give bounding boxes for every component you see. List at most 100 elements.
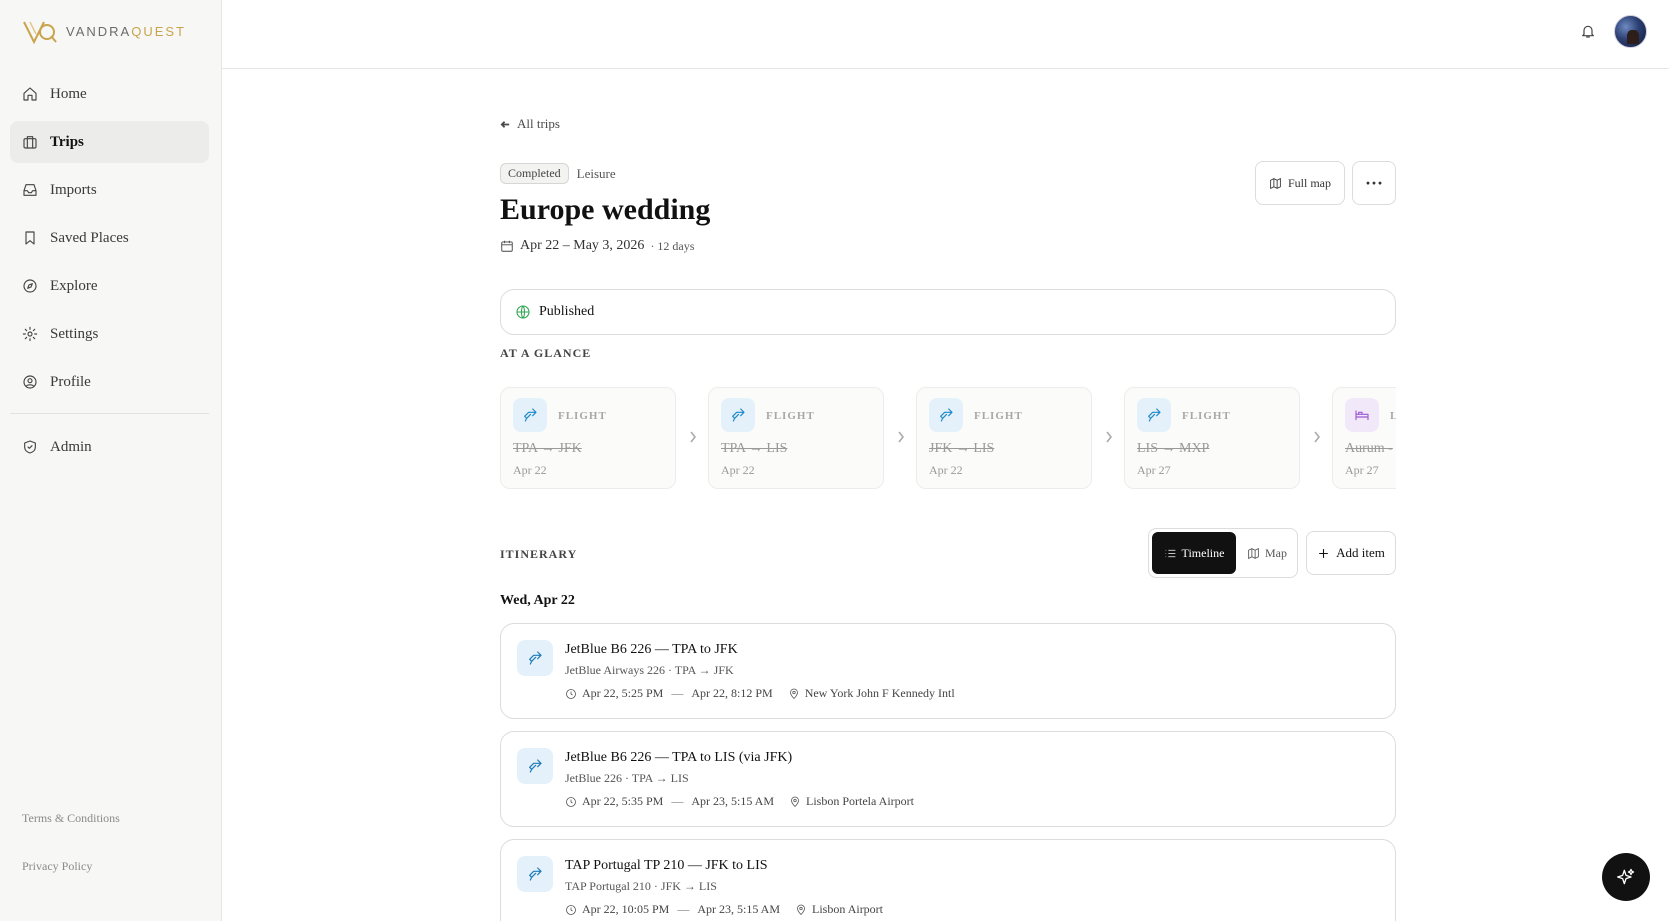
glance-card[interactable]: L Aurum - Apr 27 [1332, 387, 1396, 489]
glance-card[interactable]: FLIGHT TPA → LIS Apr 22 [708, 387, 884, 489]
suitcase-icon [23, 136, 37, 149]
gear-icon [22, 326, 38, 342]
glance-type: FLIGHT [1182, 410, 1231, 422]
sidebar-item-admin[interactable]: Admin [10, 426, 209, 468]
map-view-button[interactable]: Map [1242, 532, 1292, 574]
sidebar-item-label: Profile [50, 373, 91, 390]
status-badge: Completed [500, 163, 569, 184]
glance-card[interactable]: FLIGHT JFK → LIS Apr 22 [916, 387, 1092, 489]
sidebar-item-explore[interactable]: Explore [10, 265, 209, 307]
clock-icon [566, 904, 576, 915]
sidebar-item-label: Saved Places [50, 229, 129, 246]
item-title: JetBlue B6 226 — TPA to LIS (via JFK) [565, 750, 793, 765]
glance-date: Apr 22 [721, 463, 755, 477]
item-meta: Apr 22, 5:35 PM — Apr 23, 5:15 AM Lisbon… [565, 794, 914, 809]
clock-icon [566, 796, 576, 807]
back-label: All trips [517, 116, 560, 131]
chevron-right-icon [897, 430, 907, 444]
glance-route: TPA → LIS [721, 441, 788, 456]
time-separator: — [671, 686, 684, 700]
at-a-glance-strip: FLIGHT TPA → JFK Apr 22 FLIGHT TPA → LIS… [500, 387, 1396, 490]
trip-duration: · 12 days [650, 238, 695, 253]
timeline-view-button[interactable]: Timeline [1152, 532, 1236, 574]
item-subtitle: JetBlue Airways 226 · TPA → JFK [565, 663, 734, 677]
item-meta: Apr 22, 10:05 PM — Apr 23, 5:15 AM Lisbo… [565, 902, 883, 917]
item-start: Apr 22, 5:35 PM [582, 794, 664, 808]
item-start: Apr 22, 10:05 PM [582, 902, 670, 916]
globe-icon [516, 305, 530, 319]
plane-icon [517, 856, 553, 892]
more-options-button[interactable]: ··· [1352, 161, 1396, 205]
sidebar-item-settings[interactable]: Settings [10, 313, 209, 355]
add-item-label: Add item [1336, 545, 1385, 560]
trip-dates: Apr 22 – May 3, 2026 · 12 days [500, 238, 694, 254]
bookmark-icon [25, 231, 35, 245]
timeline-label: Timeline [1181, 545, 1225, 560]
sidebar-nav: Home Trips Imports Saved Places Explore … [10, 73, 209, 474]
plane-icon [517, 748, 553, 784]
chevron-right-icon [689, 430, 699, 444]
glance-date: Apr 27 [1345, 463, 1379, 477]
full-map-label: Full map [1287, 175, 1331, 190]
location-pin-icon [797, 904, 805, 915]
glance-card[interactable]: FLIGHT TPA → JFK Apr 22 [500, 387, 676, 489]
user-avatar[interactable] [1614, 15, 1647, 48]
plane-icon [517, 640, 553, 676]
sidebar-item-label: Settings [50, 325, 99, 342]
sidebar-item-profile[interactable]: Profile [10, 361, 209, 403]
sidebar-item-home[interactable]: Home [10, 73, 209, 115]
shield-check-icon [24, 440, 36, 454]
chevron-right-icon [1105, 430, 1115, 444]
map-icon [1248, 547, 1259, 559]
sidebar-item-label: Trips [50, 133, 84, 150]
compass-icon [23, 279, 37, 293]
published-status[interactable]: Published [500, 289, 1396, 335]
sidebar-item-trips[interactable]: Trips [10, 121, 209, 163]
item-end: Apr 23, 5:15 AM [691, 794, 775, 808]
sidebar-item-imports[interactable]: Imports [10, 169, 209, 211]
terms-link[interactable]: Terms & Conditions [22, 811, 120, 826]
plane-icon [1137, 398, 1171, 432]
privacy-link[interactable]: Privacy Policy [22, 859, 92, 874]
inbox-icon [23, 184, 37, 196]
glance-type: L [1390, 410, 1396, 422]
plane-icon [513, 398, 547, 432]
sidebar-item-label: Admin [50, 438, 92, 455]
bed-icon [1345, 398, 1379, 432]
item-title: JetBlue B6 226 — TPA to JFK [565, 642, 738, 657]
bell-icon[interactable] [1580, 23, 1596, 39]
brand-logo[interactable]: VANDRAQUEST [22, 16, 186, 46]
add-item-button[interactable]: Add item [1306, 531, 1396, 575]
itinerary-item[interactable]: TAP Portugal TP 210 — JFK to LIS TAP Por… [500, 839, 1396, 921]
plus-icon [1319, 548, 1328, 558]
ai-assistant-button[interactable] [1602, 853, 1650, 901]
clock-icon [566, 688, 576, 699]
item-meta: Apr 22, 5:25 PM — Apr 22, 8:12 PM New Yo… [565, 686, 955, 701]
location-pin-icon [791, 796, 799, 807]
itinerary-item[interactable]: JetBlue B6 226 — TPA to JFK JetBlue Airw… [500, 623, 1396, 719]
time-separator: — [671, 794, 684, 808]
item-end: Apr 23, 5:15 AM [697, 902, 781, 916]
sidebar-item-label: Imports [50, 181, 97, 198]
sidebar-item-saved-places[interactable]: Saved Places [10, 217, 209, 259]
chevron-right-icon [1313, 430, 1323, 444]
item-location: New York John F Kennedy Intl [788, 686, 955, 701]
glance-route: TPA → JFK [513, 441, 582, 456]
location-pin-icon [789, 688, 798, 699]
glance-card[interactable]: FLIGHT LIS → MXP Apr 27 [1124, 387, 1300, 489]
calendar-icon [501, 240, 513, 252]
glance-type: FLIGHT [766, 410, 815, 422]
logo-text: VANDRAQUEST [66, 23, 187, 39]
list-icon [1165, 549, 1175, 557]
full-map-button[interactable]: Full map [1255, 161, 1345, 205]
itinerary-item[interactable]: JetBlue B6 226 — TPA to LIS (via JFK) Je… [500, 731, 1396, 827]
sidebar-item-label: Home [50, 85, 87, 102]
time-separator: — [677, 902, 690, 916]
item-location-label: Lisbon Portela Airport [806, 794, 915, 808]
map-icon [1270, 177, 1281, 189]
glance-type: FLIGHT [974, 410, 1023, 422]
back-to-trips-link[interactable]: All trips [500, 116, 560, 132]
item-subtitle: JetBlue 226 · TPA → LIS [565, 771, 689, 785]
category-tag: Leisure [576, 165, 616, 181]
user-circle-icon [23, 375, 37, 389]
